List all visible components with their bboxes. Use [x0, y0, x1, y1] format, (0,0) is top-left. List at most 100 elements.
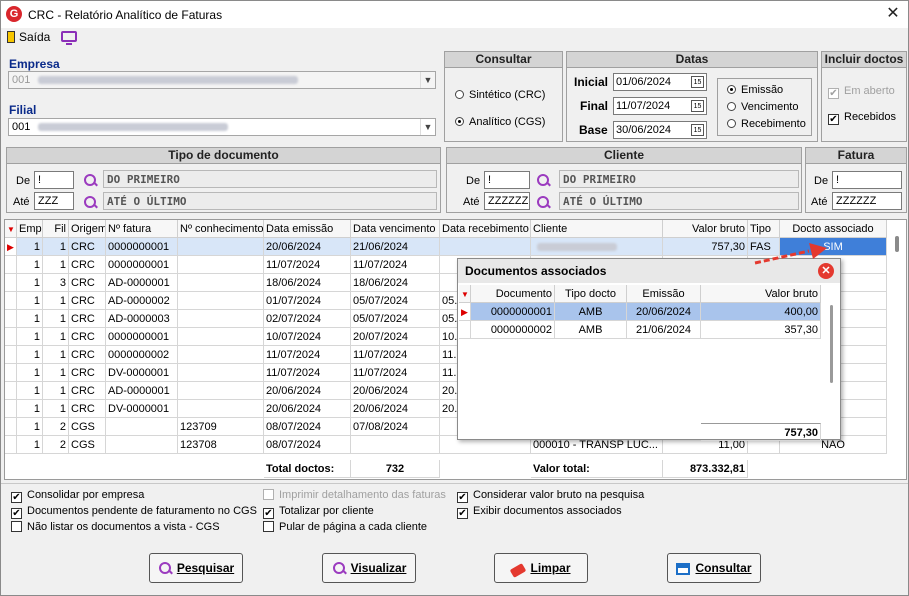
- consolidar-checkbox[interactable]: ✔ Consolidar por empresa: [11, 489, 144, 503]
- table-cell[interactable]: 1: [17, 274, 43, 292]
- table-cell[interactable]: 2: [43, 418, 69, 436]
- table-cell[interactable]: [178, 238, 264, 256]
- calendar-icon[interactable]: 15: [691, 124, 704, 136]
- table-cell[interactable]: CRC: [69, 328, 106, 346]
- table-cell[interactable]: 1: [43, 310, 69, 328]
- table-cell[interactable]: DV-0000001: [106, 364, 178, 382]
- column-header[interactable]: Data recebimento: [440, 220, 531, 238]
- recebidos-checkbox[interactable]: ✔ Recebidos: [828, 111, 896, 125]
- inicial-date-input[interactable]: 01/06/2024 15: [613, 73, 707, 91]
- table-cell[interactable]: CRC: [69, 256, 106, 274]
- pesquisar-button[interactable]: Pesquisar: [149, 553, 243, 583]
- popup-table-cell[interactable]: 21/06/2024: [627, 321, 701, 339]
- cliente-de-input[interactable]: !: [484, 171, 530, 189]
- table-cell[interactable]: AD-0000003: [106, 310, 178, 328]
- table-cell[interactable]: 1: [17, 256, 43, 274]
- table-cell[interactable]: DV-0000001: [106, 400, 178, 418]
- table-cell[interactable]: 1: [17, 382, 43, 400]
- table-cell[interactable]: 18/06/2024: [351, 274, 440, 292]
- table-cell[interactable]: 1: [43, 382, 69, 400]
- final-date-input[interactable]: 11/07/2024 15: [613, 97, 707, 115]
- popup-table-cell[interactable]: 0000000002: [471, 321, 555, 339]
- table-cell[interactable]: 11/07/2024: [351, 364, 440, 382]
- column-header[interactable]: Fil: [43, 220, 69, 238]
- table-cell[interactable]: 1: [17, 238, 43, 256]
- popup-table-cell[interactable]: 0000000001: [471, 303, 555, 321]
- table-cell[interactable]: 07/08/2024: [351, 418, 440, 436]
- table-cell[interactable]: 08/07/2024: [264, 418, 351, 436]
- table-cell[interactable]: 21/06/2024: [351, 238, 440, 256]
- tipo-de-input[interactable]: !: [34, 171, 74, 189]
- search-icon[interactable]: [536, 173, 550, 187]
- table-cell[interactable]: 1: [17, 418, 43, 436]
- table-cell[interactable]: AD-0000001: [106, 382, 178, 400]
- table-cell[interactable]: 0000000001: [106, 328, 178, 346]
- table-cell[interactable]: [178, 346, 264, 364]
- table-cell[interactable]: 1: [17, 328, 43, 346]
- calendar-icon[interactable]: 15: [691, 100, 704, 112]
- fatura-ate-input[interactable]: ZZZZZZ: [832, 192, 902, 210]
- popup-table-cell[interactable]: AMB: [555, 321, 627, 339]
- table-cell[interactable]: 0000000001: [106, 256, 178, 274]
- radio-recebimento[interactable]: Recebimento: [727, 118, 806, 130]
- table-cell[interactable]: 0000000002: [106, 346, 178, 364]
- column-header[interactable]: Data vencimento: [351, 220, 440, 238]
- table-cell[interactable]: 123709: [178, 418, 264, 436]
- table-cell[interactable]: 1: [17, 436, 43, 454]
- table-cell[interactable]: [178, 292, 264, 310]
- table-cell[interactable]: CRC: [69, 364, 106, 382]
- table-cell[interactable]: 1: [43, 364, 69, 382]
- fatura-de-input[interactable]: !: [832, 171, 902, 189]
- table-cell[interactable]: CRC: [69, 346, 106, 364]
- table-cell[interactable]: 1: [43, 292, 69, 310]
- calendar-icon[interactable]: 15: [691, 76, 704, 88]
- column-header[interactable]: Origem: [69, 220, 106, 238]
- table-cell[interactable]: 20/06/2024: [264, 400, 351, 418]
- consultar-button[interactable]: Consultar: [667, 553, 761, 583]
- exit-button[interactable]: Saída: [7, 30, 50, 44]
- table-cell[interactable]: 0000000001: [106, 238, 178, 256]
- cliente-redacted-cell[interactable]: [531, 238, 663, 256]
- column-header[interactable]: Docto associado: [780, 220, 887, 238]
- table-cell[interactable]: 20/07/2024: [351, 328, 440, 346]
- radio-analitico[interactable]: Analítico (CGS): [455, 116, 545, 128]
- table-cell[interactable]: CRC: [69, 274, 106, 292]
- exibir-checkbox[interactable]: ✔ Exibir documentos associados: [457, 505, 622, 519]
- popup-column-header[interactable]: Valor bruto: [701, 285, 821, 303]
- close-window-button[interactable]: ✕: [882, 4, 904, 24]
- sort-indicator-header[interactable]: ▼: [5, 220, 17, 238]
- table-cell[interactable]: [178, 310, 264, 328]
- table-cell[interactable]: AD-0000001: [106, 274, 178, 292]
- column-header[interactable]: Cliente: [531, 220, 663, 238]
- table-cell[interactable]: [178, 364, 264, 382]
- popup-column-header[interactable]: Emissão: [627, 285, 701, 303]
- popup-column-header[interactable]: Documento: [471, 285, 555, 303]
- table-cell[interactable]: CRC: [69, 400, 106, 418]
- table-cell[interactable]: 11/07/2024: [264, 364, 351, 382]
- filial-select[interactable]: 001 ▼: [8, 118, 436, 136]
- column-header[interactable]: Data emissão: [264, 220, 351, 238]
- table-cell[interactable]: 11/07/2024: [264, 346, 351, 364]
- table-cell[interactable]: 10/07/2024: [264, 328, 351, 346]
- table-cell[interactable]: [440, 238, 531, 256]
- pendente-checkbox[interactable]: ✔ Documentos pendente de faturamento no C…: [11, 505, 257, 519]
- table-cell[interactable]: 1: [43, 400, 69, 418]
- table-cell[interactable]: 05/07/2024: [351, 292, 440, 310]
- popup-table-cell[interactable]: 400,00: [701, 303, 821, 321]
- column-header[interactable]: Nº fatura: [106, 220, 178, 238]
- table-cell[interactable]: 1: [17, 364, 43, 382]
- base-date-input[interactable]: 30/06/2024 15: [613, 121, 707, 139]
- search-icon[interactable]: [536, 195, 550, 209]
- column-header[interactable]: Valor bruto: [663, 220, 748, 238]
- table-cell[interactable]: 18/06/2024: [264, 274, 351, 292]
- considerar-checkbox[interactable]: ✔ Considerar valor bruto na pesquisa: [457, 489, 644, 503]
- limpar-button[interactable]: Limpar: [494, 553, 588, 583]
- table-cell[interactable]: 20/06/2024: [264, 382, 351, 400]
- table-cell[interactable]: 20/06/2024: [264, 238, 351, 256]
- totalizar-checkbox[interactable]: ✔ Totalizar por cliente: [263, 505, 374, 519]
- radio-vencimento[interactable]: Vencimento: [727, 101, 798, 113]
- popup-column-header[interactable]: Tipo docto: [555, 285, 627, 303]
- tipo-ate-input[interactable]: ZZZ: [34, 192, 74, 210]
- empresa-select[interactable]: 001 ▼: [8, 71, 436, 89]
- radio-emissao[interactable]: Emissão: [727, 84, 783, 96]
